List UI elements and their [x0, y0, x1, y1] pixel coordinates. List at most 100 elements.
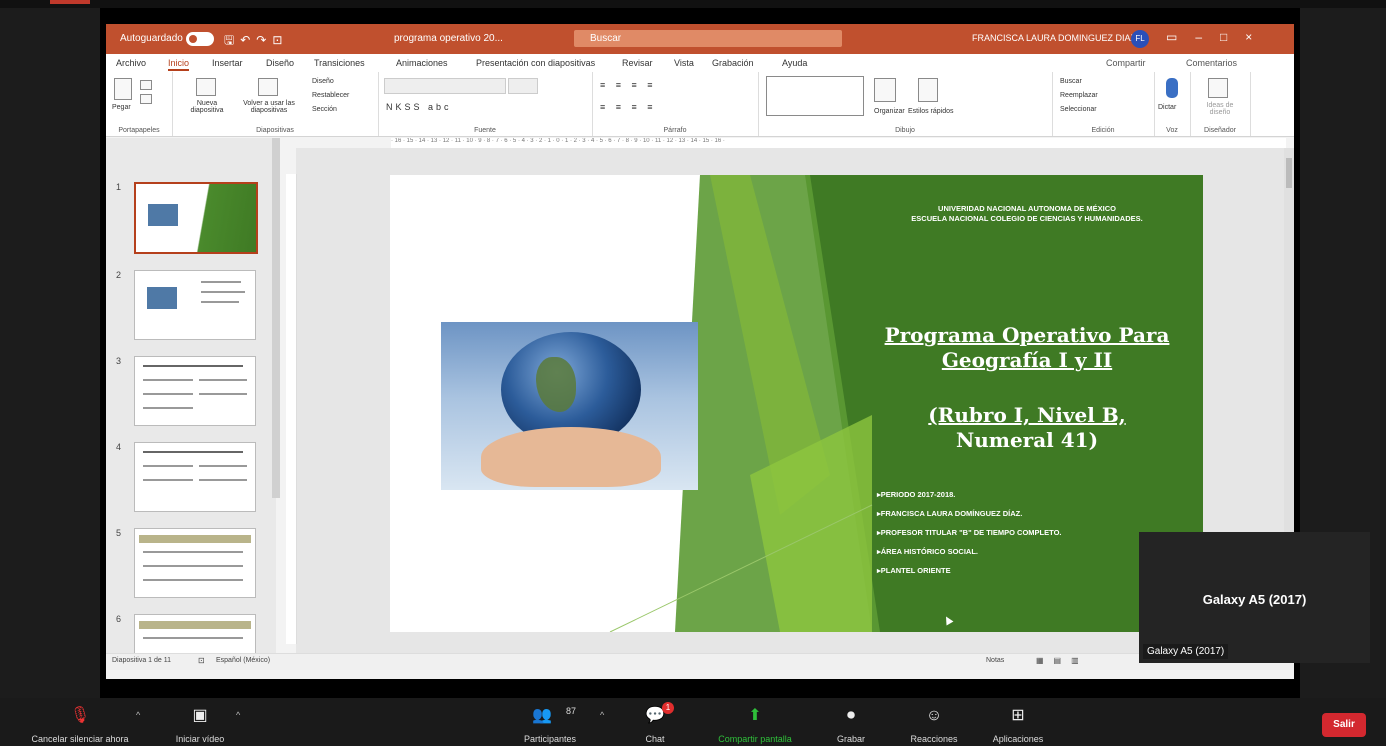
slide-thumbnail-2[interactable]	[134, 270, 256, 340]
group-label-dibujo: Dibujo	[895, 127, 915, 134]
font-name-select[interactable]	[384, 78, 506, 94]
record-button[interactable]: ⏺ Grabar	[826, 698, 876, 746]
comments-button[interactable]: Comentarios	[1186, 58, 1237, 68]
arrange-icon[interactable]	[874, 78, 896, 102]
chevron-up-icon[interactable]: ^	[600, 710, 604, 720]
autosave-toggle[interactable]	[186, 32, 214, 46]
title-line-1: Programa Operativo Para	[884, 323, 1170, 347]
layout-button[interactable]: Diseño	[312, 78, 334, 85]
start-video-button[interactable]: ▣ Iniciar vídeo	[160, 698, 240, 746]
chevron-up-icon[interactable]: ^	[236, 710, 240, 720]
slide-thumbnail-6[interactable]	[134, 614, 256, 655]
paste-label[interactable]: Pegar	[112, 104, 131, 111]
tab-inicio[interactable]: Inicio	[168, 58, 190, 71]
muted-microphone-icon: 🎙	[69, 707, 91, 724]
thumbnail-text-line	[199, 393, 247, 395]
slide-thumbnail-1[interactable]	[134, 182, 258, 254]
thumbnail-text-line	[143, 393, 193, 395]
user-name: FRANCISCA LAURA DOMINGUEZ DIAZ	[972, 33, 1137, 43]
tab-presentacion[interactable]: Presentación con diapositivas	[476, 58, 595, 68]
new-slide-icon[interactable]	[196, 78, 216, 96]
replace-button[interactable]: Reemplazar	[1060, 92, 1098, 99]
slide-thumbnail-4[interactable]	[134, 442, 256, 512]
tab-ayuda[interactable]: Ayuda	[782, 58, 807, 68]
tab-grabacion[interactable]: Grabación	[712, 58, 754, 68]
reactions-button[interactable]: ☺ Reacciones	[896, 698, 972, 746]
shapes-gallery[interactable]	[766, 76, 864, 116]
arrange-label[interactable]: Organizar	[874, 108, 905, 115]
tab-diseno[interactable]: Diseño	[266, 58, 294, 68]
earth-in-hands-image	[441, 322, 698, 490]
spellcheck-icon[interactable]: ⊡	[198, 656, 205, 665]
reuse-slides-label[interactable]: Volver a usar las diapositivas	[240, 100, 298, 114]
ribbon-group-editing: Buscar Reemplazar Seleccionar Edición	[1052, 72, 1155, 136]
subtitle-line-1: (Rubro I, Nivel B,	[928, 403, 1126, 427]
unmute-label: Cancelar silenciar ahora	[31, 734, 129, 744]
tab-revisar[interactable]: Revisar	[622, 58, 653, 68]
unmute-button[interactable]: 🎙 Cancelar silenciar ahora	[10, 698, 150, 746]
tab-animaciones[interactable]: Animaciones	[396, 58, 448, 68]
participant-label: Galaxy A5 (2017)	[1143, 644, 1229, 659]
file-name: programa operativo 20...	[394, 33, 503, 44]
slide-1[interactable]: UNIVERIDAD NACIONAL AUTONOMA DE MÉXICO E…	[390, 175, 1203, 632]
thumbnail-header-band	[139, 535, 251, 543]
slide-thumbnail-3[interactable]	[134, 356, 256, 426]
school-line: ESCUELA NACIONAL COLEGIO DE CIENCIAS Y H…	[911, 214, 1143, 223]
ribbon-group-clipboard: Pegar Portapapeles	[106, 72, 173, 136]
quick-styles-label[interactable]: Estilos rápidos	[908, 108, 954, 115]
thumbnail-text-line	[199, 479, 247, 481]
dictate-label[interactable]: Dictar	[1158, 104, 1176, 111]
window-controls[interactable]: ▭–□×	[1166, 30, 1270, 44]
ribbon-group-font: NKSS abc Fuente	[378, 72, 593, 136]
group-label-parrafo: Párrafo	[663, 127, 687, 134]
design-ideas-label[interactable]: Ideas de diseño	[1196, 102, 1244, 116]
tab-vista[interactable]: Vista	[674, 58, 694, 68]
apps-button[interactable]: ⊞ Aplicaciones	[978, 698, 1058, 746]
apps-icon: ⊞	[1011, 707, 1025, 724]
view-buttons[interactable]: ▦▤▥	[1036, 656, 1089, 665]
new-slide-label[interactable]: Nueva diapositiva	[180, 100, 234, 114]
cut-icon[interactable]	[140, 80, 152, 90]
slide-thumbnail-5[interactable]	[134, 528, 256, 598]
microphone-icon[interactable]	[1166, 78, 1178, 98]
share-screen-icon: ⬆	[748, 707, 762, 724]
font-size-select[interactable]	[508, 78, 538, 94]
tab-archivo[interactable]: Archivo	[116, 58, 146, 68]
avatar[interactable]: FL	[1131, 30, 1149, 48]
reset-button[interactable]: Restablecer	[312, 92, 349, 99]
chevron-up-icon[interactable]: ^	[136, 710, 140, 720]
quick-access-icons[interactable]: 🖫↶↷⊡	[224, 31, 288, 52]
section-button[interactable]: Sección	[312, 106, 337, 113]
find-button[interactable]: Buscar	[1060, 78, 1082, 85]
reuse-slides-icon[interactable]	[258, 78, 278, 96]
leave-button[interactable]: Salir	[1322, 713, 1366, 737]
thumbnail-text-line	[143, 579, 243, 581]
powerpoint-window: Autoguardado 🖫↶↷⊡ programa operativo 20.…	[106, 24, 1294, 679]
quick-styles-icon[interactable]	[918, 78, 938, 102]
apps-label: Aplicaciones	[992, 734, 1044, 744]
paste-icon[interactable]	[114, 78, 132, 100]
participants-button[interactable]: 👥 87 Participantes	[510, 698, 590, 746]
vertical-ruler	[286, 174, 297, 644]
thumbnails-scrollbar[interactable]	[272, 138, 280, 498]
language-status[interactable]: Español (México)	[216, 657, 270, 664]
group-label-voz: Voz	[1166, 127, 1178, 134]
tab-insertar[interactable]: Insertar	[212, 58, 243, 68]
notes-button[interactable]: Notas	[986, 657, 1004, 664]
scrollbar-thumb[interactable]	[1286, 158, 1292, 188]
font-format-buttons[interactable]: NKSS abc	[386, 102, 452, 112]
record-label: Grabar	[836, 734, 865, 744]
thumbnail-text-line	[143, 565, 243, 567]
tab-transiciones[interactable]: Transiciones	[314, 58, 365, 68]
select-button[interactable]: Seleccionar	[1060, 106, 1097, 113]
subtitle-line-2: Numeral 41)	[955, 428, 1099, 452]
share-button[interactable]: Compartir	[1106, 58, 1146, 68]
design-ideas-icon[interactable]	[1208, 78, 1228, 98]
share-screen-button[interactable]: ⬆ Compartir pantalla	[700, 698, 810, 746]
participants-label: Participantes	[523, 734, 577, 744]
search-box[interactable]: Buscar	[574, 30, 842, 47]
list-buttons[interactable]: ≡ ≡ ≡ ≡	[600, 80, 657, 90]
participant-video-tile[interactable]: Galaxy A5 (2017) Galaxy A5 (2017)	[1139, 532, 1370, 663]
copy-icon[interactable]	[140, 94, 152, 104]
align-buttons[interactable]: ≡ ≡ ≡ ≡	[600, 102, 657, 112]
